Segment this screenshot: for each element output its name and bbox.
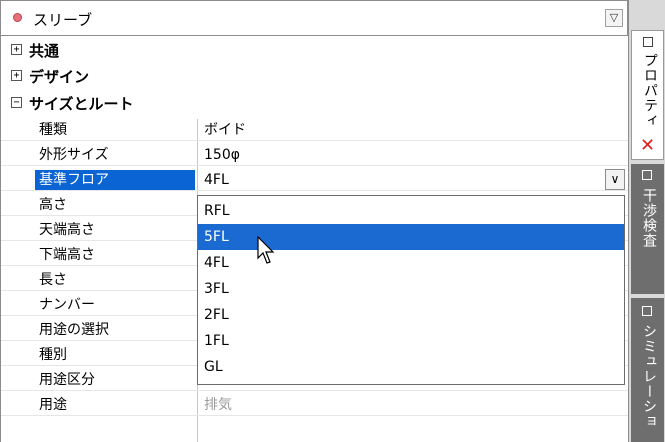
property-row-usage[interactable]: 用途 排気 [1,393,629,416]
property-name: 下端高さ [39,247,95,263]
lock-icon [642,170,652,180]
close-icon[interactable]: ✕ [640,135,655,156]
property-name: 長さ [39,272,67,288]
category-label: サイズとルート [29,95,134,113]
dropdown-option[interactable]: RFL [198,198,624,224]
property-name: 天端高さ [39,222,95,238]
object-selector-value: スリーブ [33,11,93,29]
expand-icon[interactable]: + [11,70,22,81]
chevron-down-icon[interactable]: ▽ [605,9,623,27]
floor-dropdown-list[interactable]: RFL 5FL 4FL 3FL 2FL 1FL GL [197,195,625,385]
mouse-cursor-icon [257,236,275,264]
property-value: 排気 [204,397,232,413]
property-name: 用途区分 [39,372,95,388]
property-name: 基準フロア [35,170,195,190]
property-row-type[interactable]: 種類 ボイド [1,118,629,141]
category-common[interactable]: + 共通 [1,39,629,62]
collapse-icon[interactable]: − [11,97,22,108]
tab-properties[interactable]: プロパティ ✕ [631,30,664,160]
dropdown-option[interactable]: 3FL [198,276,624,302]
tab-clash-check[interactable]: 干渉検査 [631,164,664,294]
property-name: 用途 [39,397,67,413]
base-floor-combobox[interactable]: 4FL [204,170,229,190]
tab-label: プロパティ [642,53,658,128]
chevron-down-icon[interactable]: ∨ [605,169,625,190]
tab-label: シミュレーショ [641,324,657,429]
category-size-route[interactable]: − サイズとルート [1,92,629,115]
tab-label: 干渉検査 [641,188,657,248]
dropdown-option[interactable]: GL [198,354,624,380]
category-label: 共通 [29,42,60,60]
property-row-base-floor[interactable]: 基準フロア 4FL ∨ [1,168,629,191]
side-tab-strip: プロパティ ✕ 干渉検査 シミュレーショ [628,0,665,442]
dropdown-option[interactable]: 1FL [198,328,624,354]
property-name: 高さ [39,197,67,213]
property-name: ナンバー [39,297,95,313]
window-icon [642,306,652,316]
property-name: 用途の選択 [39,322,109,338]
tab-simulation[interactable]: シミュレーショ [631,298,664,442]
property-value: 150φ [204,147,240,163]
property-name: 外形サイズ [39,147,109,163]
panel-icon [643,37,653,47]
object-color-dot [13,13,22,22]
property-name: 種別 [39,347,67,363]
property-name: 種類 [39,122,67,138]
category-design[interactable]: + デザイン [1,65,629,88]
category-label: デザイン [29,68,90,86]
object-selector[interactable]: スリーブ ▽ [0,0,628,36]
property-value: ボイド [204,122,246,138]
expand-icon[interactable]: + [11,44,22,55]
dropdown-option[interactable]: 2FL [198,302,624,328]
property-row-outer-size[interactable]: 外形サイズ 150φ [1,143,629,166]
